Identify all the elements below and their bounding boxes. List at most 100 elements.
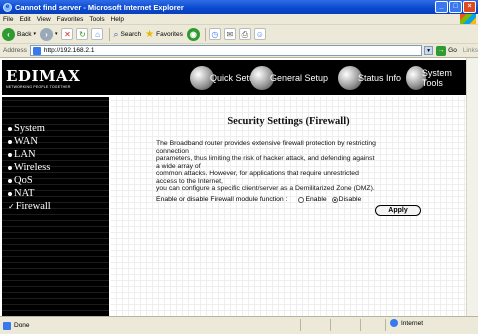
star-icon: ★ xyxy=(145,28,155,40)
close-button[interactable]: × xyxy=(463,1,476,13)
router-banner: EDIMAX NETWORKING PEOPLE TOGETHER Quick … xyxy=(2,60,466,95)
links-button[interactable]: Links xyxy=(463,47,478,54)
windows-logo-icon xyxy=(460,14,476,24)
page-icon xyxy=(32,46,41,55)
menu-file[interactable]: File xyxy=(3,16,13,23)
page-title: Security Settings (Firewall) xyxy=(227,116,350,127)
status-separator xyxy=(300,319,301,331)
maximize-button[interactable]: □ xyxy=(449,1,462,13)
nav-quick-setup[interactable]: Quick Setup xyxy=(190,60,259,95)
enable-radio[interactable] xyxy=(298,196,305,203)
edimax-logo: EDIMAX xyxy=(6,67,81,85)
menu-tools[interactable]: Tools xyxy=(89,16,104,23)
address-label: Address xyxy=(3,47,27,54)
main-panel: Security Settings (Firewall) The Broadba… xyxy=(111,97,466,316)
sidebar-item-label: WAN xyxy=(14,136,38,147)
sidebar-item-label: Firewall xyxy=(15,201,51,212)
bullet-icon xyxy=(8,178,12,183)
nav-system-tools[interactable]: System Tools xyxy=(406,60,466,95)
minimize-button[interactable]: _ xyxy=(435,1,448,13)
toolbar-separator xyxy=(109,27,111,41)
sidebar-item-label: Wireless xyxy=(14,162,51,173)
sidebar-item-wan[interactable]: WAN xyxy=(8,136,38,147)
sidebar-item-nat[interactable]: NAT xyxy=(8,188,34,199)
description-line: The Broadband router provides extensive … xyxy=(156,140,376,147)
page-content: EDIMAX NETWORKING PEOPLE TOGETHER Quick … xyxy=(0,58,466,316)
bullet-icon xyxy=(8,165,12,170)
sidebar-item-system[interactable]: System xyxy=(8,123,45,134)
window-title: Cannot find server - Microsoft Internet … xyxy=(15,2,184,12)
status-separator xyxy=(385,319,386,331)
history-icon[interactable]: ◷ xyxy=(208,28,221,40)
apply-button[interactable]: Apply xyxy=(375,205,421,216)
status-separator xyxy=(360,319,361,331)
sidebar-item-label: QoS xyxy=(14,175,33,186)
menu-view[interactable]: View xyxy=(37,16,51,23)
firewall-toggle-row: Enable or disable Firewall module functi… xyxy=(156,196,456,203)
stop-icon[interactable]: ✕ xyxy=(61,28,74,40)
window-controls: _ □ × xyxy=(435,1,476,13)
search-button[interactable]: ⌕ Search xyxy=(113,29,141,40)
messenger-icon[interactable]: ☺ xyxy=(253,28,266,40)
print-icon[interactable]: ⎙ xyxy=(238,28,251,40)
toolbar: ‹ Back ▾ › ▾ ✕ ↻ ⌂ ⌕ Search ★ Favorites … xyxy=(0,25,478,44)
back-button[interactable]: ‹ Back ▾ xyxy=(2,27,36,41)
bullet-icon xyxy=(8,126,12,131)
forward-arrow-icon: › xyxy=(39,27,53,41)
security-zone: Internet xyxy=(390,319,423,327)
status-bar: Done Internet xyxy=(0,316,478,334)
firewall-label: Enable or disable Firewall module functi… xyxy=(156,196,288,203)
sidebar-item-qos[interactable]: QoS xyxy=(8,175,33,186)
page-done-icon xyxy=(3,321,11,330)
toolbar-separator xyxy=(204,27,206,41)
refresh-icon[interactable]: ↻ xyxy=(76,28,89,40)
go-button[interactable]: → Go xyxy=(436,45,457,56)
nav-label: Status Info xyxy=(358,72,402,83)
description-line: parameters, thus limiting the risk of ha… xyxy=(156,155,375,162)
bullet-icon xyxy=(8,152,12,157)
enable-label: Enable xyxy=(305,196,327,203)
nav-general-setup[interactable]: General Setup xyxy=(250,60,328,95)
go-arrow-icon: → xyxy=(436,45,447,56)
sidebar-item-lan[interactable]: LAN xyxy=(8,149,36,160)
description-line: you can configure a specific client/serv… xyxy=(156,185,375,192)
logo-tagline: NETWORKING PEOPLE TOGETHER xyxy=(6,85,71,89)
nav-label: General Setup xyxy=(270,72,329,83)
back-label: Back xyxy=(17,30,32,38)
menu-bar: File Edit View Favorites Tools Help xyxy=(0,14,478,25)
menu-edit[interactable]: Edit xyxy=(19,16,30,23)
status-text: Done xyxy=(14,322,30,329)
nav-status-info[interactable]: Status Info xyxy=(338,60,401,95)
favorites-button[interactable]: ★ Favorites xyxy=(145,29,183,40)
go-label: Go xyxy=(448,47,457,54)
sidebar-item-label: NAT xyxy=(14,188,35,199)
search-label: Search xyxy=(120,30,142,38)
forward-button[interactable]: › ▾ xyxy=(39,27,58,41)
media-icon[interactable]: ◉ xyxy=(186,27,200,41)
description-line: connection xyxy=(156,147,189,155)
sidebar-item-wireless[interactable]: Wireless xyxy=(8,162,50,173)
menu-favorites[interactable]: Favorites xyxy=(57,16,84,23)
address-dropdown-icon[interactable]: ▼ xyxy=(424,46,434,55)
mail-icon[interactable]: ✉ xyxy=(223,28,236,40)
disable-radio[interactable] xyxy=(331,196,338,203)
zone-label: Internet xyxy=(401,319,424,327)
sidebar-item-firewall[interactable]: ✓ Firewall xyxy=(8,201,51,212)
forward-dropdown-icon: ▾ xyxy=(54,31,58,37)
firewall-description: The Broadband router provides extensive … xyxy=(156,140,446,193)
menu-help[interactable]: Help xyxy=(111,16,124,23)
back-dropdown-icon: ▾ xyxy=(33,31,36,37)
address-input[interactable]: http://192.168.2.1 xyxy=(29,45,423,56)
home-icon[interactable]: ⌂ xyxy=(91,28,104,40)
disable-label: Disable xyxy=(338,196,362,203)
status-separator xyxy=(330,319,331,331)
window-titlebar: e Cannot find server - Microsoft Interne… xyxy=(0,0,478,14)
back-arrow-icon: ‹ xyxy=(2,27,15,41)
bullet-icon xyxy=(8,139,12,144)
internet-zone-icon xyxy=(390,319,398,327)
vertical-scrollbar[interactable] xyxy=(466,58,478,316)
description-line: access to the Internet, xyxy=(156,177,223,185)
sidebar-menu: System WAN LAN Wireless QoS NAT ✓ Firewa… xyxy=(2,97,109,316)
sidebar-item-label: LAN xyxy=(14,149,36,160)
address-bar: Address http://192.168.2.1 ▼ → Go Links xyxy=(0,44,478,58)
